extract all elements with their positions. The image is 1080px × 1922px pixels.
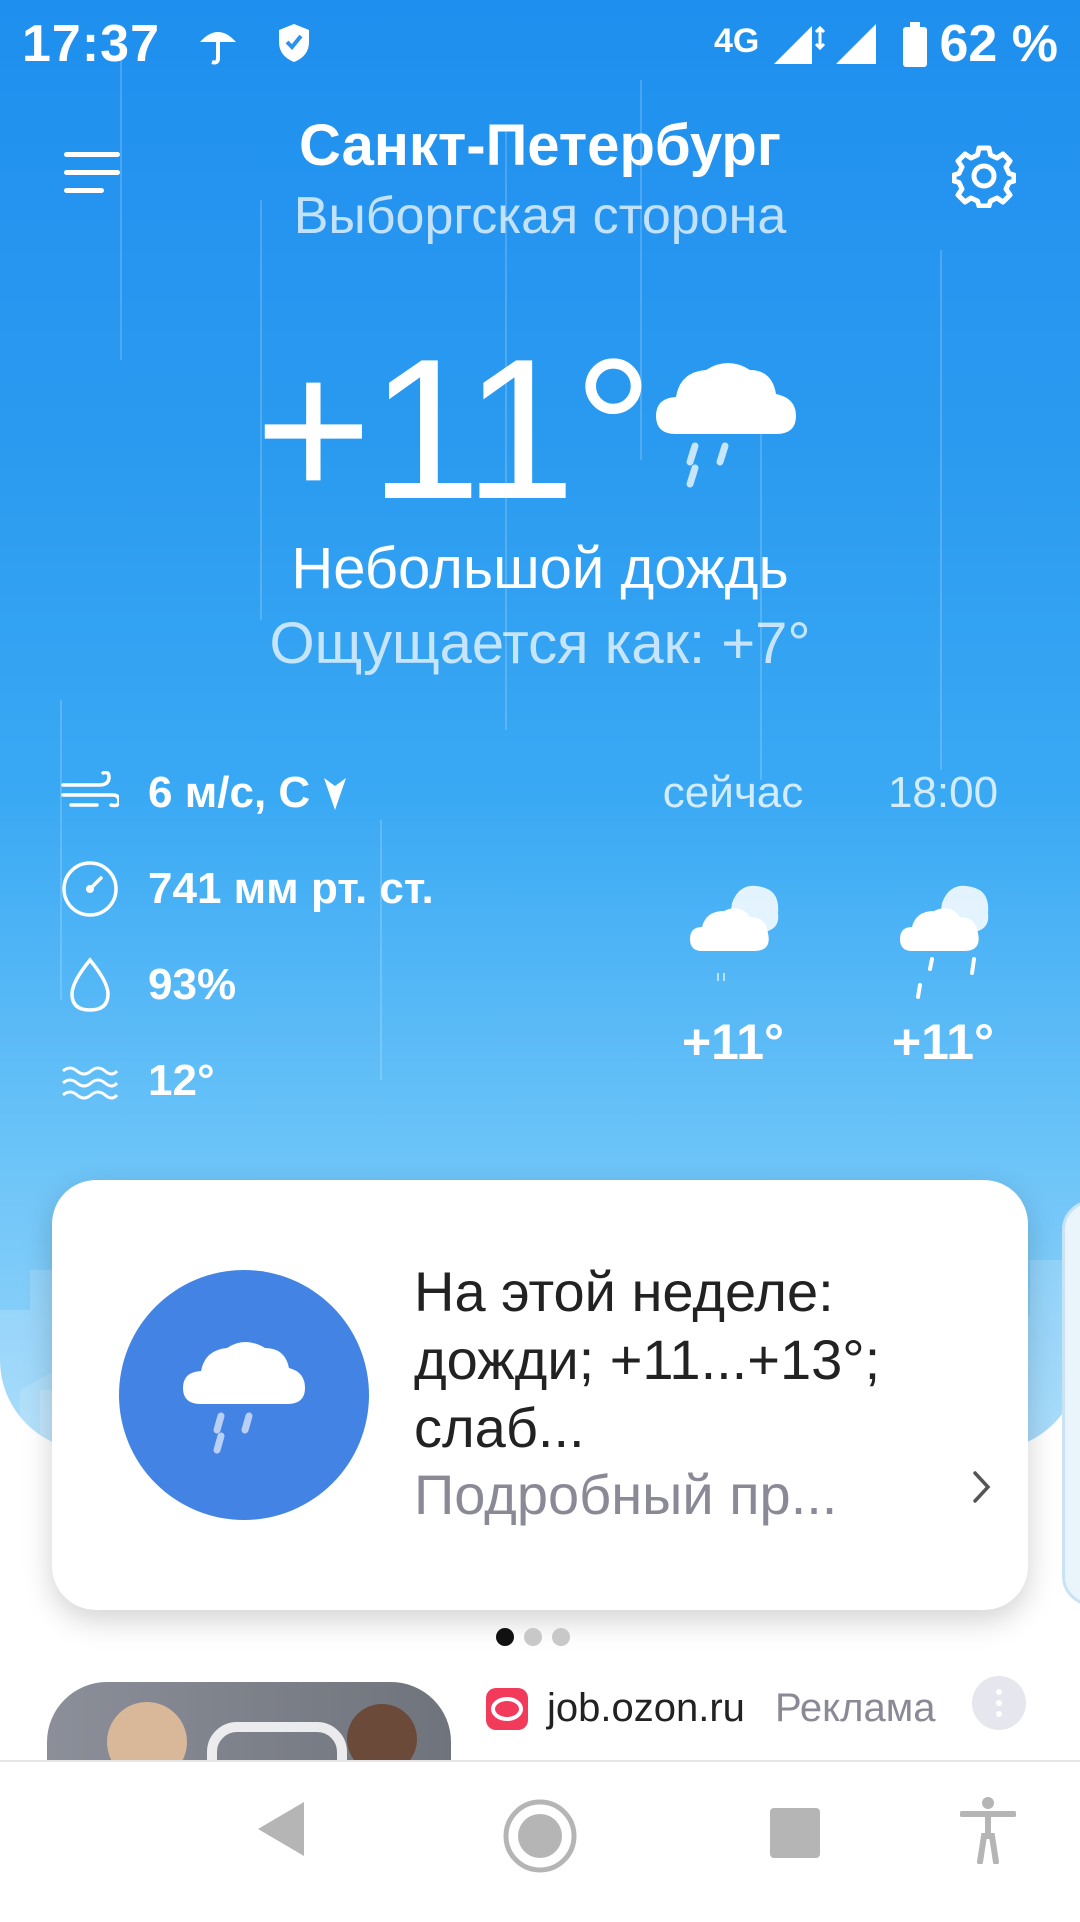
accessibility-icon[interactable]	[960, 1796, 1016, 1864]
wind-direction-icon	[324, 778, 347, 810]
cloudy-rain-icon	[900, 885, 989, 999]
pressure-stat: 741 мм рт. ст.	[55, 854, 434, 924]
cloud-rain-icon	[183, 1342, 305, 1454]
ad-site-link[interactable]: job.ozon.ru	[547, 1686, 745, 1731]
humidity-icon	[70, 957, 110, 1012]
city-title[interactable]: Санкт-Петербург	[0, 112, 1080, 179]
system-nav-bar	[0, 1760, 1080, 1922]
status-bar: 17:37 4G 62 %	[0, 0, 1080, 90]
back-icon[interactable]	[256, 1800, 306, 1858]
more-vertical-icon[interactable]	[972, 1676, 1026, 1730]
battery-icon	[903, 22, 927, 67]
signal-icon	[774, 25, 826, 64]
wind-value: 6 м/с, С	[148, 768, 311, 817]
feels-like-text: Ощущается как: +7°	[269, 611, 811, 676]
gear-icon[interactable]	[952, 144, 1016, 208]
umbrella-icon	[200, 32, 236, 65]
condition-text: Небольшой дождь	[291, 536, 789, 601]
shield-icon	[279, 24, 309, 62]
chevron-right-icon[interactable]	[972, 1470, 992, 1504]
forecast-summary: На этой неделе: дожди; +11...+13°; слаб.…	[414, 1260, 881, 1459]
network-type: 4G	[714, 22, 760, 60]
signal-icon	[836, 24, 876, 64]
ad-image[interactable]	[47, 1682, 451, 1762]
water-icon	[62, 1066, 119, 1100]
pager-dot[interactable]	[552, 1628, 570, 1646]
forecast-more-link[interactable]: Подробный пр...	[414, 1462, 837, 1527]
humidity-stat: 93%	[55, 950, 236, 1020]
cloud-rain-icon	[656, 363, 796, 488]
pressure-icon	[62, 861, 118, 917]
forecast-card-icon-bg	[119, 1270, 369, 1520]
battery-percent: 62 %	[939, 15, 1058, 73]
card-pager	[496, 1628, 570, 1646]
status-time: 17:37	[22, 15, 160, 73]
hourly-label: 18:00	[887, 768, 999, 817]
hourly-now[interactable]: сейчас +11°	[643, 768, 823, 1070]
wind-stat: 6 м/с, С	[55, 758, 347, 828]
pager-dot-active[interactable]	[496, 1628, 514, 1646]
pressure-value: 741 мм рт. ст.	[148, 864, 434, 913]
forecast-card[interactable]: На этой неделе: дожди; +11...+13°; слаб.…	[52, 1180, 1028, 1610]
next-card-peek[interactable]	[1062, 1200, 1080, 1606]
district-subtitle: Выборгская сторона	[293, 187, 787, 245]
humidity-value: 93%	[148, 960, 237, 1009]
current-temperature: +11°	[255, 318, 653, 541]
pager-dot[interactable]	[524, 1628, 542, 1646]
hourly-1800[interactable]: 18:00 +11°	[853, 768, 1033, 1070]
water-temp-stat: 12°	[55, 1046, 215, 1116]
rain-streak	[940, 250, 942, 770]
recents-icon[interactable]	[768, 1806, 822, 1860]
hourly-label: сейчас	[662, 768, 804, 817]
wind-icon	[61, 771, 119, 808]
ad-label: Реклама	[775, 1686, 936, 1730]
water-temp-value: 12°	[148, 1056, 215, 1105]
cloudy-drizzle-icon	[690, 885, 779, 981]
home-icon[interactable]	[502, 1798, 578, 1874]
hourly-temp: +11°	[891, 1014, 995, 1070]
hourly-temp: +11°	[681, 1014, 785, 1070]
ozon-logo-icon	[486, 1688, 528, 1730]
